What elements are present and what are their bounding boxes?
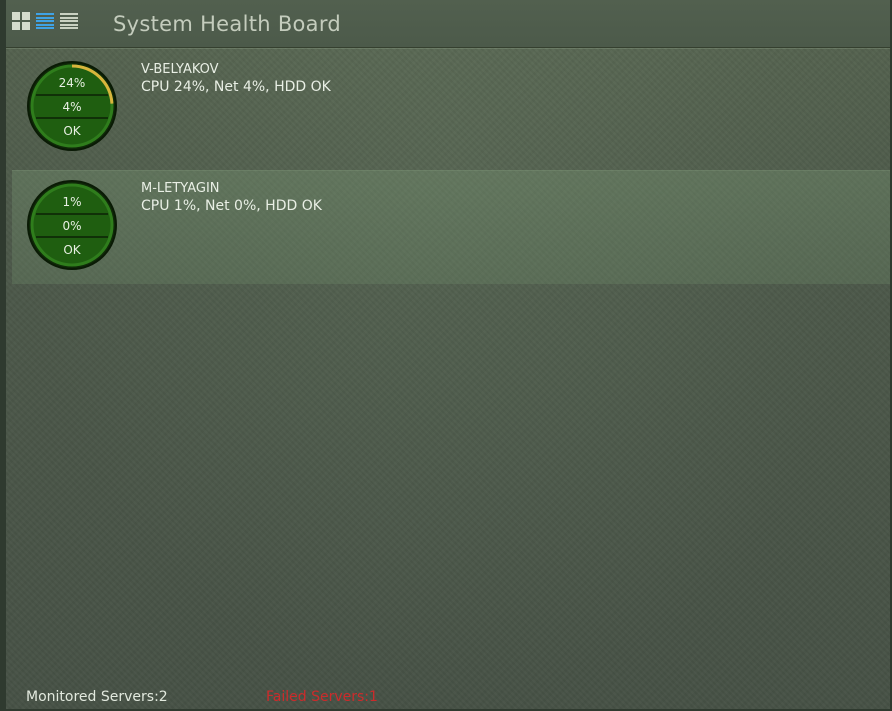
server-row[interactable]: 24% 4% OK V-BELYAKOV CPU 24%, Net 4%, HD… bbox=[12, 52, 890, 166]
details-view-icon[interactable] bbox=[60, 12, 78, 30]
server-name: V-BELYAKOV bbox=[141, 62, 219, 77]
tiles-view-icon[interactable] bbox=[12, 12, 30, 30]
gauge-hdd-value: OK bbox=[63, 243, 81, 257]
server-gauge: 1% 0% OK bbox=[26, 179, 118, 271]
server-gauge: 24% 4% OK bbox=[26, 60, 118, 152]
gauge-cpu-value: 1% bbox=[62, 195, 82, 209]
gauge-net-value: 0% bbox=[62, 219, 82, 233]
failed-servers-count: Failed Servers:1 bbox=[266, 689, 378, 705]
gauge-net-value: 4% bbox=[62, 100, 82, 114]
view-switcher bbox=[12, 12, 78, 30]
system-health-window: System Health Board 24% 4% OK V-BELYAKOV… bbox=[0, 0, 892, 711]
list-view-icon[interactable] bbox=[36, 12, 54, 30]
server-row[interactable]: 1% 0% OK M-LETYAGIN CPU 1%, Net 0%, HDD … bbox=[12, 170, 890, 284]
board-title: System Health Board bbox=[113, 12, 342, 36]
gauge-hdd-value: OK bbox=[63, 124, 81, 138]
server-stats: CPU 1%, Net 0%, HDD OK bbox=[141, 198, 322, 214]
title-bar: System Health Board bbox=[6, 0, 890, 48]
server-stats: CPU 24%, Net 4%, HDD OK bbox=[141, 79, 331, 95]
server-name: M-LETYAGIN bbox=[141, 181, 220, 196]
gauge-cpu-value: 24% bbox=[58, 76, 86, 90]
monitored-servers-count: Monitored Servers:2 bbox=[26, 689, 168, 705]
